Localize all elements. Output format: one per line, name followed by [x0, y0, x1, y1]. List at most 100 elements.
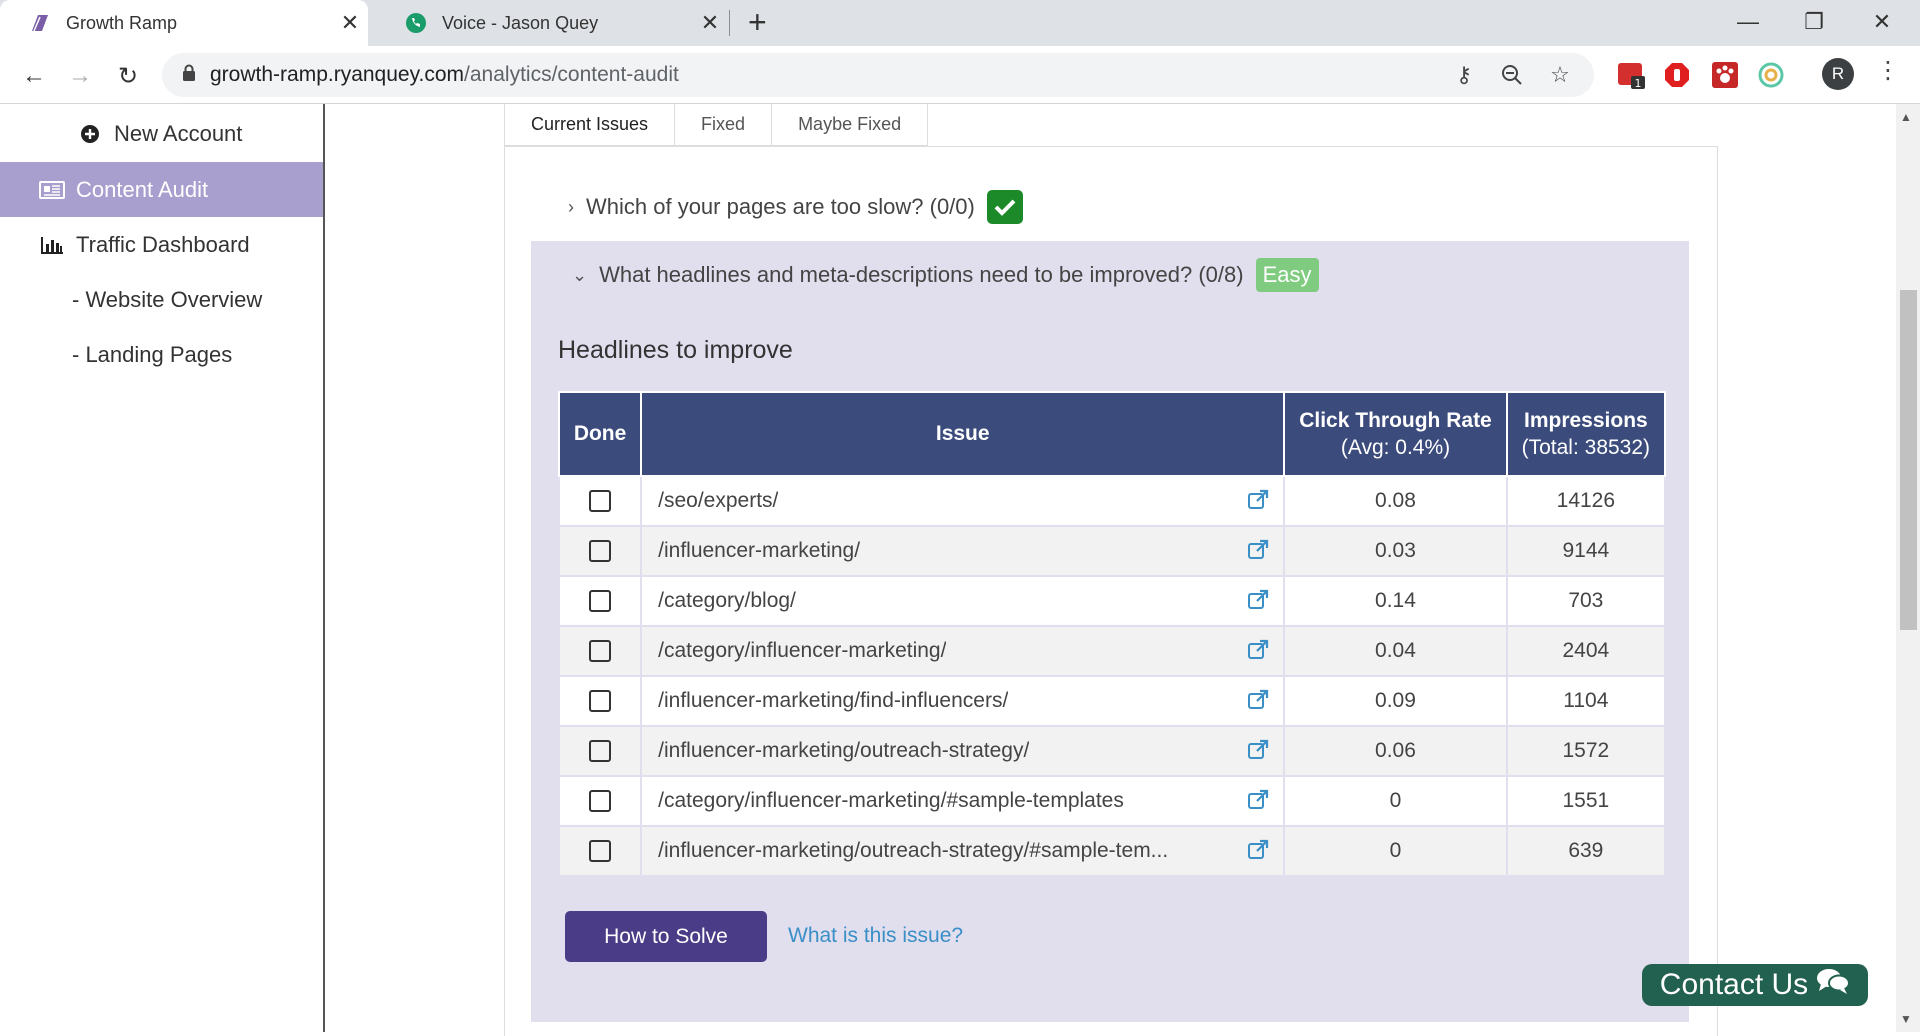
- ctr-cell: 0.09: [1283, 675, 1508, 727]
- minimize-icon[interactable]: —: [1718, 4, 1778, 40]
- table-row: /category/influencer-marketing/#sample-t…: [557, 775, 1667, 827]
- bookmark-star-icon[interactable]: ☆: [1546, 61, 1574, 89]
- scrollbar-thumb[interactable]: [1900, 290, 1917, 630]
- external-link-icon[interactable]: [1247, 539, 1269, 567]
- done-checkbox[interactable]: [589, 590, 612, 613]
- plus-circle-icon: [76, 124, 104, 144]
- scroll-up-icon[interactable]: ▲: [1900, 110, 1912, 124]
- how-to-solve-button[interactable]: How to Solve: [565, 911, 767, 962]
- external-link-icon[interactable]: [1247, 839, 1269, 867]
- forward-arrow-icon[interactable]: →: [60, 56, 100, 96]
- scroll-down-icon[interactable]: ▼: [1900, 1012, 1912, 1026]
- issue-cell: /influencer-marketing/: [640, 525, 1286, 577]
- issue-cell: /influencer-marketing/outreach-strategy/…: [640, 825, 1286, 877]
- done-cell: [557, 625, 643, 677]
- sidebar-item-label: Traffic Dashboard: [76, 231, 250, 257]
- table-row: /category/influencer-marketing/0.04 2404: [557, 625, 1667, 677]
- tab-separator: [729, 10, 730, 36]
- done-checkbox[interactable]: [589, 690, 612, 713]
- sidebar-item-label: - Website Overview: [72, 286, 263, 312]
- browser-menu-icon[interactable]: ⋮: [1876, 56, 1900, 85]
- window-close-icon[interactable]: ✕: [1852, 4, 1912, 40]
- table-row: /influencer-marketing/outreach-strategy/…: [557, 825, 1667, 877]
- newspaper-icon: [38, 180, 66, 200]
- question-slow-pages[interactable]: › Which of your pages are too slow? (0/0…: [568, 190, 1023, 224]
- external-link-icon[interactable]: [1247, 589, 1269, 617]
- issue-path: /category/blog/: [658, 589, 796, 613]
- done-cell: [557, 825, 643, 877]
- extension-red-calendar-icon[interactable]: 1: [1616, 60, 1646, 90]
- voice-phone-favicon-icon: [404, 11, 428, 35]
- issue-cell: /category/influencer-marketing/#sample-t…: [640, 775, 1286, 827]
- chat-bubbles-icon: [1816, 967, 1851, 1003]
- close-tab-icon[interactable]: ✕: [692, 10, 728, 36]
- done-checkbox[interactable]: [589, 640, 612, 663]
- external-link-icon[interactable]: [1247, 689, 1269, 717]
- browser-tab-growth-ramp[interactable]: Growth Ramp ✕: [0, 0, 368, 46]
- svg-text:1: 1: [1635, 77, 1642, 89]
- sidebar-item-label: New Account: [114, 120, 243, 146]
- done-cell: [557, 475, 643, 527]
- issue-path: /influencer-marketing/: [658, 539, 861, 563]
- tab-current-issues[interactable]: Current Issues: [504, 104, 676, 146]
- restore-icon[interactable]: ❐: [1784, 4, 1844, 40]
- table-header-row: Done Issue Click Through Rate (Avg: 0.4%…: [557, 391, 1667, 477]
- tab-title: Growth Ramp: [66, 12, 178, 33]
- done-checkbox[interactable]: [589, 740, 612, 763]
- column-header-done: Done: [557, 391, 643, 477]
- table-row: /category/blog/0.14 703: [557, 575, 1667, 627]
- difficulty-badge: Easy: [1255, 258, 1319, 292]
- external-link-icon[interactable]: [1247, 739, 1269, 767]
- done-checkbox[interactable]: [589, 840, 612, 863]
- ctr-cell: 0.03: [1283, 525, 1508, 577]
- table-row: /influencer-marketing/outreach-strategy/…: [557, 725, 1667, 777]
- ctr-cell: 0: [1283, 775, 1508, 827]
- question-headlines[interactable]: ⌄ What headlines and meta-descriptions n…: [572, 258, 1319, 292]
- tab-fixed[interactable]: Fixed: [675, 104, 773, 146]
- reload-icon[interactable]: ↻: [108, 56, 148, 96]
- done-checkbox[interactable]: [589, 490, 612, 513]
- sidebar-item-traffic-dashboard[interactable]: Traffic Dashboard: [0, 217, 323, 272]
- url-text: growth-ramp.ryanquey.com/analytics/conte…: [210, 63, 679, 86]
- extension-stop-hand-icon[interactable]: [1662, 60, 1692, 90]
- sidebar-item-new-account[interactable]: New Account: [0, 106, 323, 161]
- issue-cell: /category/influencer-marketing/: [640, 625, 1286, 677]
- done-checkbox[interactable]: [589, 540, 612, 563]
- bar-chart-icon: [38, 235, 66, 255]
- done-checkbox[interactable]: [589, 790, 612, 813]
- profile-avatar[interactable]: R: [1822, 58, 1854, 90]
- done-cell: [557, 775, 643, 827]
- sidebar-item-website-overview[interactable]: - Website Overview: [0, 272, 323, 327]
- question-text: Which of your pages are too slow? (0/0): [586, 194, 975, 219]
- tab-maybe-fixed[interactable]: Maybe Fixed: [772, 104, 929, 146]
- column-header-issue: Issue: [640, 391, 1286, 477]
- done-cell: [557, 525, 643, 577]
- external-link-icon[interactable]: [1247, 639, 1269, 667]
- extension-target-icon[interactable]: [1756, 60, 1786, 90]
- done-cell: [557, 725, 643, 777]
- impressions-cell: 1572: [1505, 725, 1667, 777]
- address-bar[interactable]: growth-ramp.ryanquey.com/analytics/conte…: [162, 53, 1594, 97]
- new-tab-icon[interactable]: +: [748, 4, 767, 41]
- ctr-cell: 0.14: [1283, 575, 1508, 627]
- external-link-icon[interactable]: [1247, 789, 1269, 817]
- sidebar-item-landing-pages[interactable]: - Landing Pages: [0, 327, 323, 382]
- browser-tab-bar: Growth Ramp ✕ Voice - Jason Quey ✕ + — ❐…: [0, 0, 1920, 46]
- issue-path: /seo/experts/: [658, 489, 779, 513]
- issue-cell: /category/blog/: [640, 575, 1286, 627]
- zoom-out-icon[interactable]: [1498, 61, 1526, 89]
- sidebar-item-content-audit[interactable]: Content Audit: [0, 162, 323, 217]
- growth-ramp-favicon-icon: [28, 11, 52, 35]
- key-icon[interactable]: ⚷: [1450, 61, 1478, 89]
- extension-paw-icon[interactable]: [1710, 60, 1740, 90]
- back-arrow-icon[interactable]: ←: [14, 56, 54, 96]
- what-is-this-issue-link[interactable]: What is this issue?: [788, 924, 963, 948]
- browser-tab-voice[interactable]: Voice - Jason Quey ✕: [376, 0, 728, 46]
- contact-us-button[interactable]: Contact Us: [1642, 964, 1868, 1006]
- close-tab-icon[interactable]: ✕: [332, 10, 368, 36]
- column-header-ctr: Click Through Rate (Avg: 0.4%): [1283, 391, 1508, 477]
- external-link-icon[interactable]: [1247, 489, 1269, 517]
- impressions-cell: 2404: [1505, 625, 1667, 677]
- impressions-cell: 1551: [1505, 775, 1667, 827]
- issue-cell: /seo/experts/: [640, 475, 1286, 527]
